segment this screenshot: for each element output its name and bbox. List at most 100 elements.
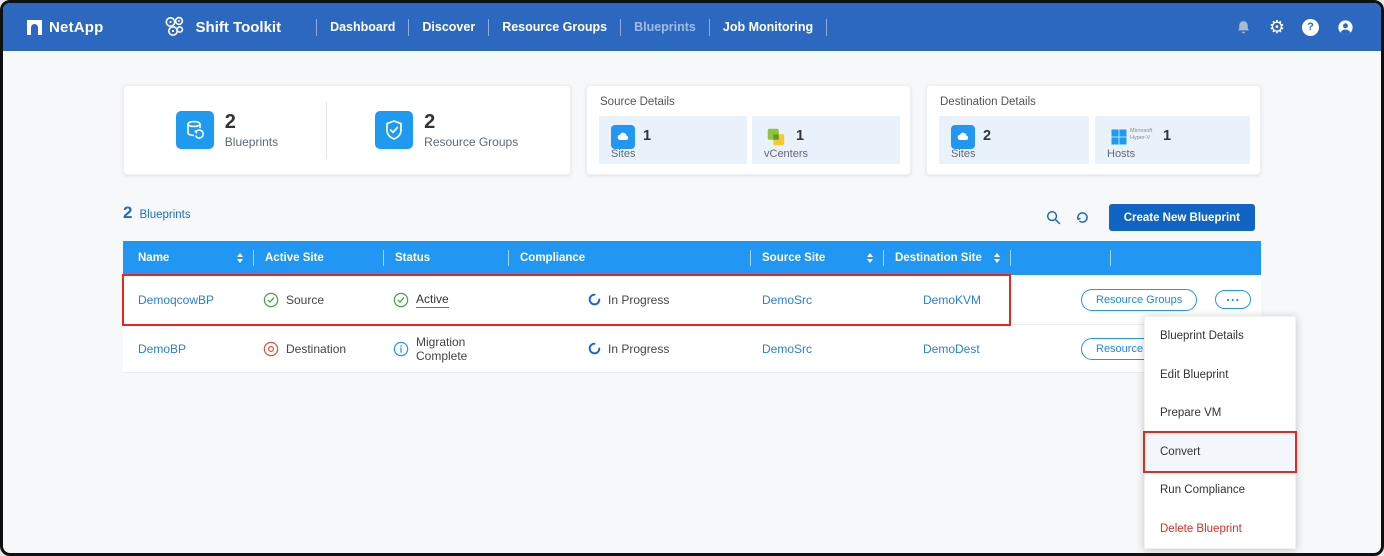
- help-icon[interactable]: ?: [1302, 19, 1319, 36]
- cell-destination-site: DemoKVM: [883, 275, 1010, 324]
- menu-item-run-compliance[interactable]: Run Compliance: [1145, 471, 1295, 510]
- source-details-card: Source Details 1 Sites 1 vCenters: [586, 85, 911, 175]
- cell-compliance: In Progress: [508, 325, 750, 372]
- source-site-link[interactable]: DemoSrc: [762, 293, 812, 307]
- cloud-icon: [611, 125, 635, 149]
- row-context-menu: Blueprint Details Edit Blueprint Prepare…: [1144, 316, 1296, 549]
- sort-icon[interactable]: [994, 253, 1000, 263]
- check-circle-icon: [393, 292, 409, 308]
- cell-active-site: Source: [253, 275, 383, 324]
- blueprints-count-label: Blueprints: [225, 135, 278, 149]
- nav-item-blueprints[interactable]: Blueprints: [634, 20, 696, 34]
- destination-sites-tile: 2 Sites: [939, 116, 1089, 164]
- menu-item-blueprint-details[interactable]: Blueprint Details: [1145, 317, 1295, 356]
- source-vcenters-label: vCenters: [764, 148, 808, 160]
- cell-name: DemoqcowBP: [123, 275, 253, 324]
- blueprints-list-label: Blueprints: [139, 209, 190, 221]
- destination-site-link[interactable]: DemoKVM: [923, 293, 981, 307]
- destination-sites-label: Sites: [951, 148, 975, 160]
- sort-icon[interactable]: [867, 253, 873, 263]
- source-vcenters-tile: 1 vCenters: [752, 116, 900, 164]
- refresh-icon[interactable]: [1074, 209, 1091, 226]
- row-more-menu-button[interactable]: ...: [1215, 290, 1251, 309]
- destination-hosts-tile: Microsoft Hyper-V 1 Hosts: [1095, 116, 1250, 164]
- destination-sites-count: 2: [983, 128, 991, 144]
- cell-status: Migration Complete: [383, 325, 508, 372]
- column-header-compliance[interactable]: Compliance: [508, 241, 750, 275]
- product-brand: Shift Toolkit: [162, 14, 282, 40]
- cloud-icon: [951, 125, 975, 149]
- database-sync-icon: [176, 111, 214, 149]
- nav-divider: [408, 19, 409, 36]
- cell-destination-site: DemoDest: [883, 325, 1010, 372]
- stats-card: 2 Blueprints 2 Resource Groups: [123, 85, 571, 175]
- column-header-status[interactable]: Status: [383, 241, 508, 275]
- app-window: NetApp Shift Toolkit Dashboard Discover …: [0, 0, 1384, 556]
- destination-hosts-label: Hosts: [1107, 148, 1135, 160]
- cell-status: Active: [383, 275, 508, 324]
- resource-groups-count-label: Resource Groups: [424, 135, 518, 149]
- cell-source-site: DemoSrc: [750, 325, 883, 372]
- resource-groups-button[interactable]: Resource Groups: [1081, 289, 1197, 311]
- vcenter-icon: [764, 125, 788, 149]
- destination-hosts-count: 1: [1163, 128, 1171, 144]
- sort-icon[interactable]: [237, 253, 243, 263]
- create-new-blueprint-button[interactable]: Create New Blueprint: [1109, 204, 1255, 231]
- column-header-actions: [1110, 241, 1261, 275]
- product-name: Shift Toolkit: [196, 19, 282, 36]
- nav-divider: [826, 19, 827, 36]
- destination-details-card: Destination Details 2 Sites Microsoft Hy…: [926, 85, 1261, 175]
- account-icon[interactable]: [1336, 18, 1355, 37]
- blueprint-name-link[interactable]: DemoBP: [138, 342, 186, 356]
- column-header-active-site[interactable]: Active Site: [253, 241, 383, 275]
- table-row-demoqcowbp[interactable]: DemoqcowBP Source Active In Progress: [123, 275, 1261, 325]
- resource-groups-count: 2: [424, 112, 518, 132]
- bell-icon[interactable]: [1235, 19, 1252, 36]
- source-vcenters-count: 1: [796, 128, 804, 144]
- column-header-source-site[interactable]: Source Site: [750, 241, 883, 275]
- column-header-destination-site[interactable]: Destination Site: [883, 241, 1010, 275]
- stat-resource-groups: 2 Resource Groups: [375, 111, 518, 149]
- cell-name: DemoBP: [123, 325, 253, 372]
- nav-divider: [488, 19, 489, 36]
- cell-compliance: In Progress: [508, 275, 750, 324]
- table-row-demobp[interactable]: DemoBP Destination Migration Complete In…: [123, 325, 1261, 373]
- gear-icon[interactable]: ⚙: [1269, 18, 1285, 36]
- column-header-spacer: [1010, 241, 1110, 275]
- nav-icon-group: ⚙ ?: [1235, 3, 1355, 51]
- nav-item-dashboard[interactable]: Dashboard: [330, 20, 395, 34]
- stat-divider: [326, 101, 327, 159]
- stat-blueprints: 2 Blueprints: [176, 111, 278, 149]
- blueprints-list-count: 2: [123, 203, 132, 223]
- blueprints-listing-header: 2 Blueprints: [123, 203, 191, 223]
- nav-item-job-monitoring[interactable]: Job Monitoring: [723, 20, 813, 34]
- nav-item-resource-groups[interactable]: Resource Groups: [502, 20, 607, 34]
- column-header-name[interactable]: Name: [123, 241, 253, 275]
- shield-check-icon: [375, 111, 413, 149]
- spinner-icon: [588, 293, 601, 306]
- blueprints-count: 2: [225, 112, 278, 132]
- menu-item-prepare-vm[interactable]: Prepare VM: [1145, 394, 1295, 433]
- top-nav: NetApp Shift Toolkit Dashboard Discover …: [3, 3, 1381, 51]
- blueprint-name-link[interactable]: DemoqcowBP: [138, 293, 214, 307]
- nav-item-discover[interactable]: Discover: [422, 20, 475, 34]
- netapp-logo-icon: [27, 20, 42, 35]
- menu-item-convert[interactable]: Convert: [1145, 433, 1295, 472]
- netapp-brand: NetApp: [27, 19, 104, 36]
- check-circle-icon: [263, 292, 279, 308]
- nav-divider: [316, 19, 317, 36]
- source-details-title: Source Details: [600, 96, 675, 108]
- status-active-link[interactable]: Active: [416, 292, 449, 308]
- hyperv-caption: Microsoft Hyper-V: [1130, 128, 1160, 141]
- cell-source-site: DemoSrc: [750, 275, 883, 324]
- menu-item-delete-blueprint[interactable]: Delete Blueprint: [1145, 510, 1295, 549]
- blueprints-table: Name Active Site Status Compliance Sourc…: [123, 241, 1261, 373]
- source-sites-count: 1: [643, 128, 651, 144]
- menu-item-edit-blueprint[interactable]: Edit Blueprint: [1145, 356, 1295, 395]
- source-site-link[interactable]: DemoSrc: [762, 342, 812, 356]
- table-header-row: Name Active Site Status Compliance Sourc…: [123, 241, 1261, 275]
- hyperv-icon: [1107, 125, 1131, 149]
- destination-site-link[interactable]: DemoDest: [923, 342, 980, 356]
- info-circle-icon: [393, 341, 409, 357]
- search-icon[interactable]: [1045, 209, 1062, 226]
